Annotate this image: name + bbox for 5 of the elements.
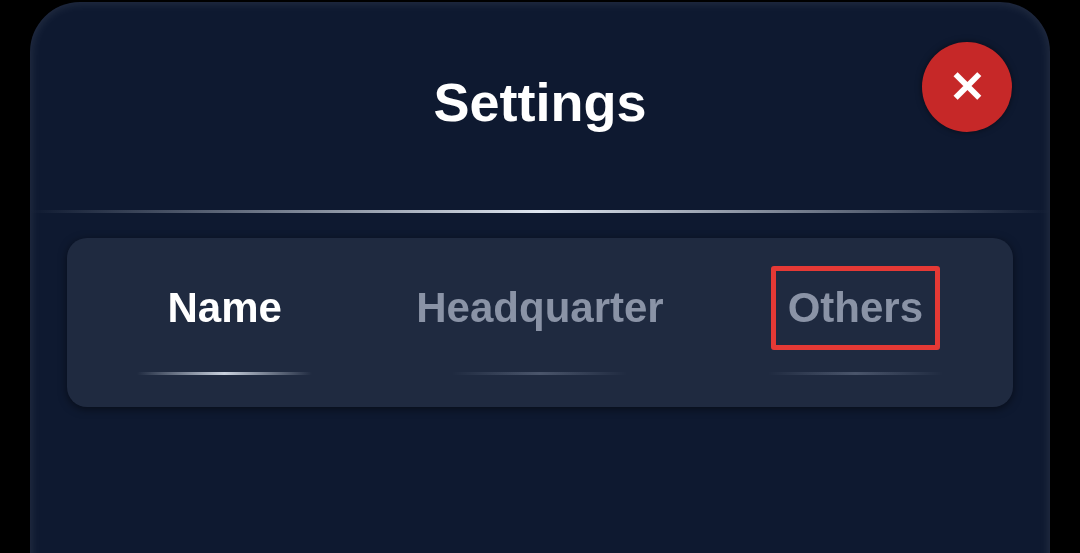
dialog-title: Settings	[433, 70, 647, 134]
close-button[interactable]: ✕	[922, 42, 1012, 132]
tab[interactable]: Name	[150, 266, 299, 350]
tab[interactable]: Headquarter	[399, 266, 681, 350]
tab[interactable]: Others	[770, 266, 940, 350]
